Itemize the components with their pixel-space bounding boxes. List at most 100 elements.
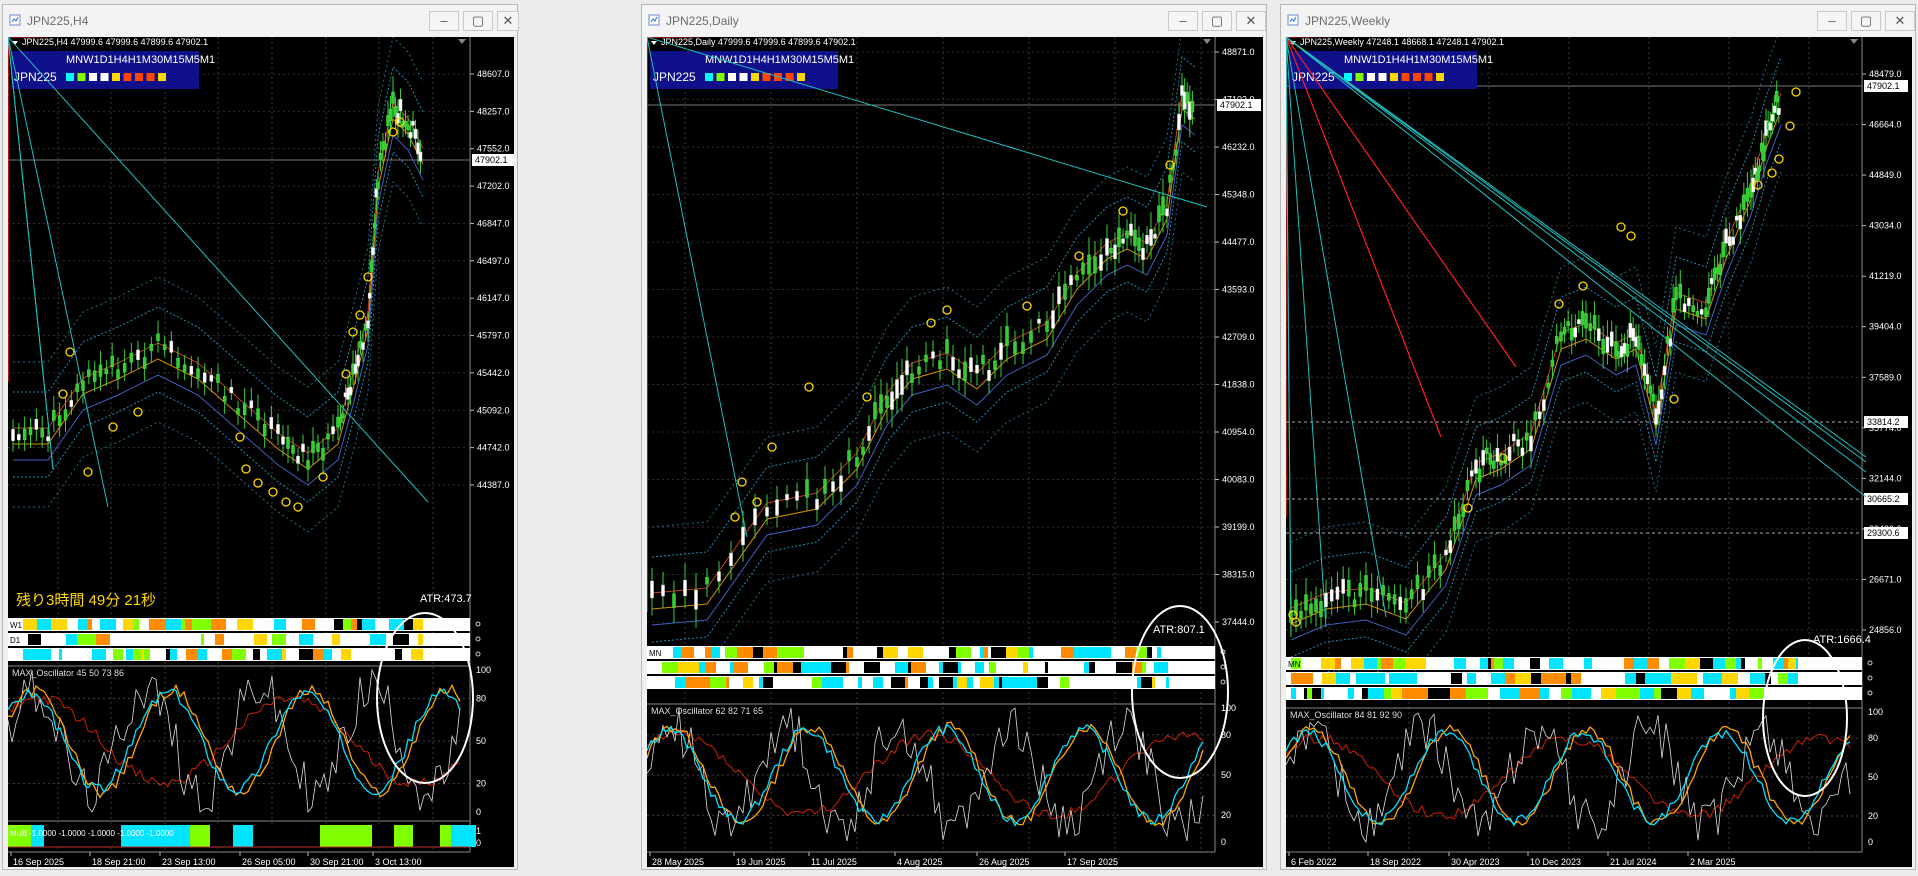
close-button[interactable]: ✕	[1885, 11, 1915, 31]
strength-cell	[1541, 673, 1546, 684]
strength-cell	[161, 634, 174, 645]
date-tick-label: 2 Mar 2025	[1690, 857, 1736, 867]
strength-cell	[994, 677, 999, 688]
oscillator-tick: 50	[1221, 770, 1231, 780]
strength-cell	[1155, 677, 1166, 688]
strength-cell	[1341, 658, 1351, 669]
candle	[149, 344, 154, 351]
candle	[52, 409, 56, 421]
strength-cell	[1549, 658, 1563, 669]
strength-cell	[383, 619, 389, 630]
candle	[1488, 453, 1493, 465]
strength-cell	[1762, 658, 1773, 669]
strength-cell	[1788, 673, 1792, 684]
candle	[348, 386, 353, 396]
candle	[301, 443, 305, 452]
signal-circle	[942, 305, 952, 315]
candle	[1117, 227, 1121, 248]
chart-info-line: JPN225,H4 47999.6 47999.6 47899.6 47902.…	[22, 37, 208, 47]
strength-cell	[1491, 658, 1494, 669]
price-tick-label: 44742.0	[477, 443, 510, 453]
candle	[1724, 228, 1728, 244]
strength-cell	[1703, 673, 1712, 684]
candle	[1364, 575, 1368, 591]
strength-cell	[1554, 673, 1566, 684]
candle	[951, 357, 955, 371]
strength-cell	[871, 662, 880, 673]
candle	[1584, 313, 1588, 329]
timeframe-square	[158, 73, 166, 81]
strength-cell	[1137, 677, 1141, 688]
date-tick-label: 30 Apr 2023	[1451, 857, 1500, 867]
minimize-button[interactable]: –	[1817, 11, 1847, 31]
title-bar[interactable]: JPN225,Daily – ▢ ✕	[642, 5, 1266, 37]
candle	[1358, 583, 1363, 597]
chart-area[interactable]: 48607.0 48257.0 47552.0 47202.0 46847.0 46497…	[8, 37, 514, 867]
strength-cell	[1609, 673, 1622, 684]
strength-cell	[1531, 673, 1541, 684]
strength-cell	[1393, 673, 1402, 684]
strength-cell	[286, 619, 297, 630]
restore-button[interactable]: ▢	[1851, 11, 1881, 31]
chart-window-weekly[interactable]: JPN225,Weekly – ▢ ✕ 48479.0 46664.0 44849.…	[1280, 4, 1916, 870]
strength-cell	[1036, 662, 1045, 673]
signal-circle	[108, 422, 118, 432]
candle	[855, 457, 859, 467]
strength-cell	[1488, 688, 1500, 699]
restore-button[interactable]: ▢	[1202, 11, 1232, 31]
strength-cell	[1125, 647, 1136, 658]
signal-circle	[58, 389, 68, 399]
strength-cell	[991, 647, 1006, 658]
signal-circle	[241, 464, 251, 474]
strength-cell	[1645, 673, 1660, 684]
shift-marker-icon	[458, 39, 466, 44]
candle	[1562, 326, 1567, 335]
candle	[993, 360, 997, 370]
strength-cell	[1738, 673, 1747, 684]
minimize-button[interactable]: –	[1168, 11, 1198, 31]
close-button[interactable]: ✕	[497, 11, 519, 31]
strength-cell	[891, 677, 905, 688]
price-level-label: 33814.2	[1867, 417, 1900, 427]
candle	[306, 460, 310, 470]
title-bar[interactable]: JPN225,H4 – ▢ ✕	[3, 5, 519, 37]
oscillator-tick: 20	[1868, 811, 1878, 821]
chart-area[interactable]: 48871.047103.046232.045348.044477.043593…	[647, 37, 1263, 867]
close-button[interactable]: ✕	[1236, 11, 1266, 31]
candle	[910, 373, 914, 383]
price-tick-label: 45092.0	[477, 405, 510, 415]
chart-window-h4[interactable]: JPN225,H4 – ▢ ✕ 48607.0 48257.0 47552.0 472…	[2, 4, 519, 870]
strength-cell	[1000, 662, 1010, 673]
strength-cell	[110, 634, 125, 645]
strength-cell	[1152, 677, 1155, 688]
strength-cell	[1549, 688, 1561, 699]
strength-cell	[149, 619, 156, 630]
strength-cell	[883, 677, 891, 688]
restore-button[interactable]: ▢	[463, 11, 493, 31]
strength-cell	[123, 649, 126, 660]
strength-cell	[1540, 658, 1549, 669]
candle	[1168, 174, 1172, 183]
title-bar[interactable]: JPN225,Weekly – ▢ ✕	[1281, 5, 1915, 37]
strength-cell	[409, 634, 418, 645]
timeframe-square	[89, 73, 97, 81]
minimize-button[interactable]: –	[429, 11, 459, 31]
date-tick-label: 26 Sep 05:00	[242, 857, 296, 867]
candle	[316, 442, 320, 452]
strength-cell	[1099, 677, 1114, 688]
strength-cell	[106, 649, 113, 660]
candle	[262, 423, 267, 437]
strength-cell	[699, 662, 706, 673]
strength-cell	[1025, 677, 1037, 688]
strength-cell	[185, 619, 192, 630]
strength-cell	[1581, 658, 1584, 669]
timeframe-square	[739, 73, 748, 81]
strength-cell	[1114, 677, 1122, 688]
chart-area[interactable]: 48479.0 46664.0 44849.0 43034.0 41219.0 39404…	[1286, 37, 1912, 867]
chart-window-daily[interactable]: JPN225,Daily – ▢ ✕ 48871.047103.046232.0…	[641, 4, 1267, 870]
strength-cell	[673, 647, 682, 658]
strength-cell	[880, 662, 890, 673]
timeframe-square	[751, 73, 759, 81]
strength-cell	[1792, 688, 1798, 699]
price-tick-label: 32144.0	[1869, 473, 1902, 483]
